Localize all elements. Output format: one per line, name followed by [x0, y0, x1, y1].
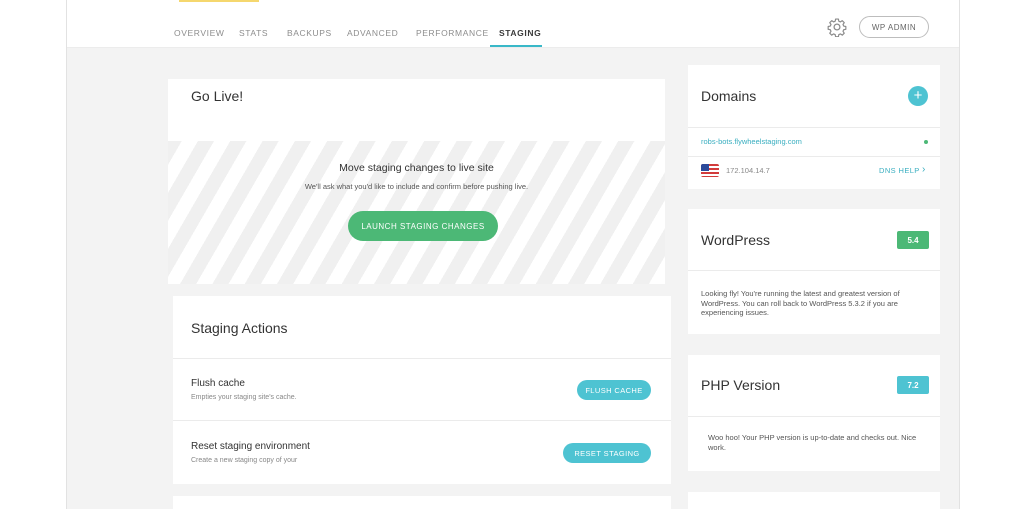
- next-card: [688, 492, 940, 509]
- top-nav: OVERVIEW STATS BACKUPS ADVANCED PERFORMA…: [67, 0, 959, 48]
- us-flag-icon: [701, 164, 719, 177]
- php-version-card: PHP Version 7.2 Woo hoo! Your PHP versio…: [688, 355, 940, 471]
- reset-staging-title: Reset staging environment: [191, 441, 310, 452]
- flush-cache-description: Empties your staging site's cache.: [191, 394, 297, 401]
- divider: [173, 358, 671, 359]
- launch-staging-changes-button[interactable]: LAUNCH STAGING CHANGES: [348, 211, 498, 241]
- wordpress-status-text: Looking fly! You're running the latest a…: [701, 289, 900, 317]
- wp-admin-button[interactable]: WP ADMIN: [859, 16, 929, 38]
- dns-help-link[interactable]: DNS HELP: [879, 166, 920, 175]
- active-tab-indicator: [490, 45, 542, 47]
- tab-stats[interactable]: STATS: [239, 28, 268, 38]
- go-live-card: Go Live! Move staging changes to live si…: [168, 79, 665, 284]
- reset-staging-description: Create a new staging copy of your: [191, 457, 298, 464]
- divider: [173, 420, 671, 421]
- divider: [688, 127, 940, 128]
- wordpress-title: WordPress: [701, 232, 770, 248]
- wordpress-card: WordPress 5.4 Looking fly! You're runnin…: [688, 209, 940, 334]
- plus-icon: +: [913, 87, 923, 104]
- tab-backups[interactable]: BACKUPS: [287, 28, 332, 38]
- flush-cache-title: Flush cache: [191, 378, 245, 389]
- divider: [688, 416, 940, 417]
- next-card: [173, 496, 671, 509]
- brand-strip: [179, 0, 259, 2]
- add-domain-button[interactable]: +: [908, 86, 928, 106]
- tab-staging[interactable]: STAGING: [499, 28, 541, 38]
- flush-cache-button[interactable]: FLUSH CACHE: [577, 380, 651, 400]
- tab-performance[interactable]: PERFORMANCE: [416, 28, 489, 38]
- staging-actions-title: Staging Actions: [191, 320, 288, 336]
- php-status-text: Woo hoo! Your PHP version is up-to-date …: [708, 433, 917, 452]
- page-frame: OVERVIEW STATS BACKUPS ADVANCED PERFORMA…: [66, 0, 960, 509]
- divider: [688, 156, 940, 157]
- domains-title: Domains: [701, 88, 757, 104]
- chevron-right-icon[interactable]: ›: [922, 164, 925, 175]
- go-live-description: We'll ask what you'd like to include and…: [304, 182, 529, 191]
- status-dot: [924, 140, 928, 144]
- php-title: PHP Version: [701, 377, 781, 393]
- wordpress-version-badge: 5.4: [897, 231, 929, 249]
- domain-link[interactable]: robs-bots.flywheelstaging.com: [701, 137, 802, 146]
- gear-icon[interactable]: [827, 17, 847, 37]
- ip-address: 172.104.14.7: [726, 166, 770, 175]
- go-live-title: Go Live!: [191, 88, 244, 104]
- staging-actions-card: Staging Actions Flush cache Empties your…: [173, 296, 671, 484]
- tab-advanced[interactable]: ADVANCED: [347, 28, 398, 38]
- reset-staging-button[interactable]: RESET STAGING: [563, 443, 651, 463]
- domains-card: Domains + robs-bots.flywheelstaging.com …: [688, 65, 940, 189]
- tab-overview[interactable]: OVERVIEW: [174, 28, 224, 38]
- divider: [688, 270, 940, 271]
- go-live-heading: Move staging changes to live site: [339, 162, 494, 174]
- php-version-badge: 7.2: [897, 376, 929, 394]
